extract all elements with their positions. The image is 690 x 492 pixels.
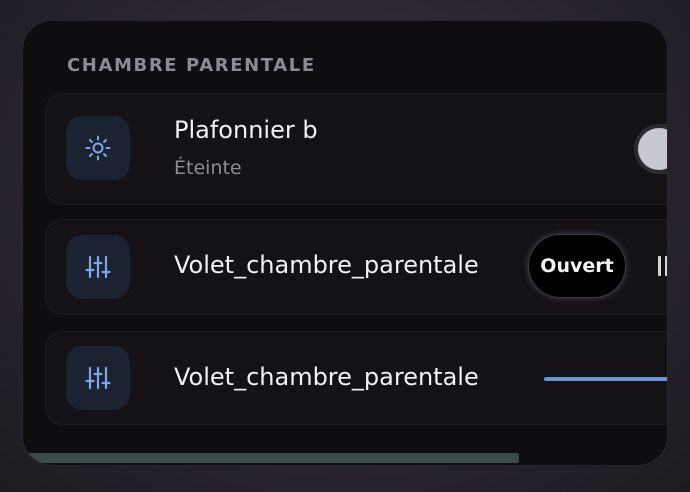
entity-state: Éteinte [174,157,242,179]
open-button[interactable]: Ouvert [528,234,626,298]
entity-row-cover[interactable]: Volet_chambre_parentale Ouvert [45,219,667,315]
entity-name: Volet_chambre_parentale [174,363,479,391]
entity-row-cover-position[interactable]: Volet_chambre_parentale [45,331,667,425]
entity-name: Volet_chambre_parentale [174,251,479,279]
light-toggle[interactable] [634,124,667,174]
cover-icon-tile[interactable] [66,346,130,410]
cover-icon-tile[interactable] [66,235,130,299]
position-slider[interactable] [544,377,667,381]
light-icon-tile[interactable] [66,116,130,180]
sliders-icon [85,366,111,390]
toggle-knob [638,128,667,170]
horizontal-scrollbar[interactable] [23,453,519,463]
room-card: CHAMBRE PARENTALE Plafonnier b Éteinte V… [22,20,668,466]
section-title: CHAMBRE PARENTALE [67,55,316,76]
entity-row-light[interactable]: Plafonnier b Éteinte [45,93,667,205]
sun-icon [85,135,111,161]
entity-name: Plafonnier b [174,116,318,144]
sliders-icon [85,255,111,279]
stop-button-icon[interactable] [658,256,667,276]
